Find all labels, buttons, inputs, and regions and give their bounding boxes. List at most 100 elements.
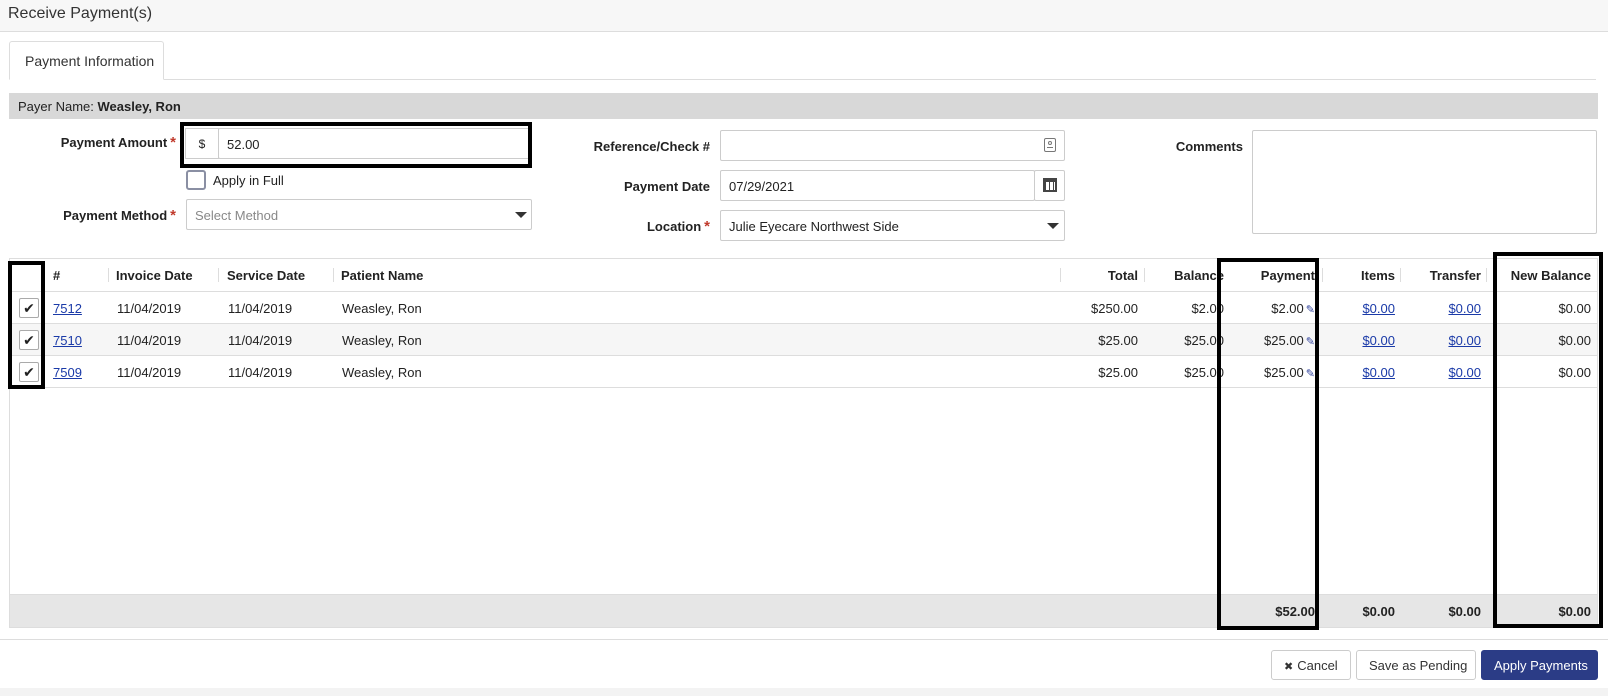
close-icon: ✖ — [1284, 661, 1294, 673]
col-new-balance[interactable]: New Balance — [1492, 259, 1591, 291]
patient-name: Weasley, Ron — [342, 301, 422, 316]
table-row: ✔ 7512 11/04/2019 11/04/2019 Weasley, Ro… — [10, 292, 1597, 324]
contact-card-icon — [1044, 138, 1056, 152]
invoice-date: 11/04/2019 — [117, 301, 182, 316]
required-marker: * — [170, 134, 176, 151]
cancel-label: Cancel — [1297, 658, 1338, 673]
invoice-date: 11/04/2019 — [117, 333, 182, 348]
payment-cell[interactable]: $2.00 ✎ — [1225, 292, 1315, 323]
reference-input[interactable] — [720, 130, 1065, 161]
col-separator — [1060, 268, 1061, 282]
payment-cell[interactable]: $25.00 ✎ — [1225, 356, 1315, 387]
row-select-checkbox[interactable]: ✔ — [19, 298, 39, 318]
apply-payments-button[interactable]: Apply Payments — [1481, 650, 1598, 680]
transfer-link[interactable]: $0.00 — [1406, 324, 1481, 355]
grid-totals-row: $52.00 $0.00 $0.00 $0.00 — [10, 594, 1597, 627]
col-total[interactable]: Total — [1070, 259, 1138, 291]
payment-date-input[interactable]: 07/29/2021 — [720, 170, 1035, 201]
pencil-icon[interactable]: ✎ — [1306, 335, 1315, 348]
location-label: Location * — [560, 218, 710, 235]
col-separator — [333, 268, 334, 282]
chevron-down-icon — [515, 212, 527, 218]
total-new-balance: $0.00 — [1558, 604, 1591, 619]
reference-label: Reference/Check # — [593, 139, 710, 154]
total-transfer: $0.00 — [1448, 604, 1481, 619]
payment-amount-label-text: Payment Amount — [60, 135, 168, 150]
col-num[interactable]: # — [53, 259, 60, 291]
col-payment[interactable]: Payment — [1235, 259, 1315, 291]
table-row: ✔ 7509 11/04/2019 11/04/2019 Weasley, Ro… — [10, 356, 1597, 388]
invoice-link[interactable]: 7509 — [53, 356, 82, 387]
col-separator — [1322, 268, 1323, 282]
col-balance[interactable]: Balance — [1150, 259, 1224, 291]
pencil-icon[interactable]: ✎ — [1306, 303, 1315, 316]
payer-bar: Payer Name: Weasley, Ron — [9, 93, 1598, 119]
window-titlebar: Receive Payment(s) — [0, 0, 1608, 32]
col-items[interactable]: Items — [1328, 259, 1395, 291]
table-row: ✔ 7510 11/04/2019 11/04/2019 Weasley, Ro… — [10, 324, 1597, 356]
payment-amount-label: Payment Amount * — [40, 134, 176, 151]
payment-amount-input[interactable]: 52.00 — [218, 128, 530, 159]
total-items: $0.00 — [1362, 604, 1395, 619]
total-payment: $52.00 — [1275, 604, 1315, 619]
total: $250.00 — [1091, 301, 1138, 316]
payment-cell[interactable]: $25.00 ✎ — [1225, 324, 1315, 355]
col-separator — [1486, 268, 1487, 282]
calendar-icon — [1043, 178, 1057, 192]
transfer-link[interactable]: $0.00 — [1406, 292, 1481, 323]
payment-method-select[interactable]: Select Method — [186, 199, 532, 230]
comments-textarea[interactable] — [1252, 130, 1597, 234]
required-marker: * — [704, 218, 710, 235]
check-icon: ✔ — [23, 300, 35, 316]
new-balance: $0.00 — [1558, 365, 1591, 380]
col-separator — [108, 268, 109, 282]
patient-name: Weasley, Ron — [342, 365, 422, 380]
row-select-checkbox[interactable]: ✔ — [19, 362, 39, 382]
comments-label: Comments — [1175, 139, 1243, 154]
tab-divider — [9, 79, 1596, 80]
items-link[interactable]: $0.00 — [1328, 356, 1395, 387]
items-link[interactable]: $0.00 — [1328, 292, 1395, 323]
total: $25.00 — [1098, 333, 1138, 348]
location-label-text: Location — [646, 219, 702, 234]
items-link[interactable]: $0.00 — [1328, 324, 1395, 355]
row-select-checkbox[interactable]: ✔ — [19, 330, 39, 350]
col-transfer[interactable]: Transfer — [1406, 259, 1481, 291]
location-select[interactable]: Julie Eyecare Northwest Side — [720, 210, 1065, 241]
col-separator — [1400, 268, 1401, 282]
payment-method-placeholder: Select Method — [195, 208, 279, 223]
payment-value: $25.00 — [1264, 365, 1304, 380]
col-separator — [1144, 268, 1145, 282]
patient-name: Weasley, Ron — [342, 333, 422, 348]
required-marker: * — [170, 207, 176, 224]
col-separator — [218, 268, 219, 282]
service-date: 11/04/2019 — [228, 301, 293, 316]
cancel-button[interactable]: ✖ Cancel — [1271, 650, 1351, 680]
col-invoice-date[interactable]: Invoice Date — [116, 259, 193, 291]
payer-label: Payer Name: — [18, 99, 94, 114]
col-service-date[interactable]: Service Date — [227, 259, 305, 291]
col-patient-name[interactable]: Patient Name — [341, 259, 423, 291]
tab-payment-information[interactable]: Payment Information — [9, 41, 164, 80]
grid-header: # Invoice Date Service Date Patient Name… — [10, 259, 1597, 292]
invoice-link[interactable]: 7510 — [53, 324, 82, 355]
save-as-pending-button[interactable]: Save as Pending — [1356, 650, 1476, 680]
balance: $2.00 — [1191, 301, 1224, 316]
payment-value: $25.00 — [1264, 333, 1304, 348]
transfer-link[interactable]: $0.00 — [1406, 356, 1481, 387]
balance: $25.00 — [1184, 365, 1224, 380]
location-value: Julie Eyecare Northwest Side — [729, 219, 899, 234]
invoice-link[interactable]: 7512 — [53, 292, 82, 323]
new-balance: $0.00 — [1558, 301, 1591, 316]
payment-date-label: Payment Date — [624, 179, 710, 194]
pencil-icon[interactable]: ✎ — [1306, 367, 1315, 380]
currency-addon: $ — [185, 128, 219, 159]
bottom-band — [0, 688, 1608, 696]
chevron-down-icon — [1047, 223, 1059, 229]
payment-method-label: Payment Method * — [40, 207, 176, 224]
apply-in-full-checkbox[interactable] — [186, 170, 206, 190]
total: $25.00 — [1098, 365, 1138, 380]
balance: $25.00 — [1184, 333, 1224, 348]
calendar-button[interactable] — [1034, 170, 1065, 201]
check-icon: ✔ — [23, 364, 35, 380]
